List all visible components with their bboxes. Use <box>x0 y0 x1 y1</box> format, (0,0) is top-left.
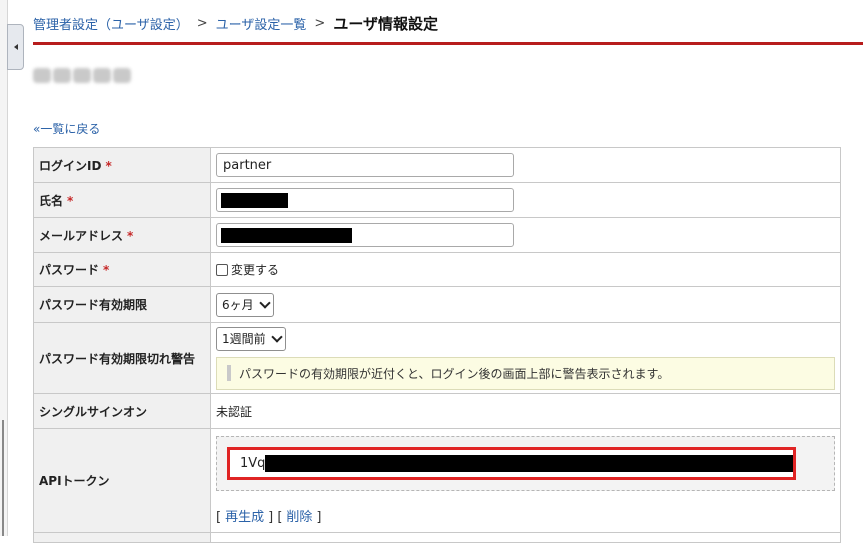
regenerate-token-link[interactable]: 再生成 <box>225 510 264 525</box>
user-settings-form: ログインID* 氏名* メールアドレス* パスワード* 変更する <box>33 147 841 543</box>
chevron-down-icon <box>270 330 283 343</box>
breadcrumb-separator: > <box>196 15 208 31</box>
api-token-box: 1Vq <box>216 436 835 491</box>
change-password-option[interactable]: 変更する <box>216 261 835 278</box>
form-row-name: 氏名 * <box>33 182 841 218</box>
left-edge-strip <box>0 0 8 536</box>
breadcrumb-link-user-list[interactable]: ユーザ設定一覧 <box>216 14 307 33</box>
password-warning-hint: パスワードの有効期限が近付くと、ログイン後の画面上部に警告表示されます。 <box>216 356 835 390</box>
login-id-input[interactable] <box>216 153 514 177</box>
required-mark: * <box>105 158 112 173</box>
redacted-api-token <box>265 455 793 472</box>
api-token-prefix[interactable]: 1Vq <box>230 456 265 471</box>
scrollbar[interactable] <box>2 420 4 536</box>
form-row-password: パスワード * 変更する <box>33 252 841 287</box>
required-mark: * <box>127 228 134 243</box>
password-expiry-selected-value: 6ヶ月 <box>222 298 254 312</box>
sidebar-toggle-button[interactable] <box>7 24 24 70</box>
breadcrumb-link-admin-user-settings[interactable]: 管理者設定（ユーザ設定） <box>33 14 189 33</box>
api-token-actions: [再生成] [削除] <box>216 510 322 525</box>
form-row-password-expiry: パスワード有効期限 6ヶ月 <box>33 286 841 323</box>
form-row-next <box>33 532 841 543</box>
api-token-label: APIトークン <box>33 428 211 533</box>
user-name-heading-blurred <box>33 65 135 86</box>
change-password-label: 変更する <box>231 263 280 277</box>
form-row-login-id: ログインID * <box>33 147 841 183</box>
form-row-password-warning: パスワード有効期限切れ警告 1週間前 パスワードの有効期限が近付くと、ログイン後… <box>33 322 841 394</box>
redacted-name-value <box>221 193 288 208</box>
sso-status: 未認証 <box>210 393 841 429</box>
chevron-left-icon <box>13 44 18 50</box>
password-label: パスワード * <box>33 252 211 287</box>
name-label: 氏名 * <box>33 182 211 218</box>
breadcrumb-separator: > <box>314 15 326 31</box>
password-warning-label: パスワード有効期限切れ警告 <box>33 322 211 394</box>
password-expiry-select[interactable]: 6ヶ月 <box>216 292 274 317</box>
login-id-label: ログインID * <box>33 147 211 183</box>
form-row-sso: シングルサインオン 未認証 <box>33 393 841 429</box>
password-expiry-label: パスワード有効期限 <box>33 286 211 323</box>
email-label: メールアドレス * <box>33 217 211 253</box>
redacted-email-value <box>221 228 352 243</box>
required-mark: * <box>103 263 110 277</box>
api-token-highlight: 1Vq <box>227 447 796 480</box>
page-title: ユーザ情報設定 <box>333 14 439 33</box>
back-to-list-link[interactable]: «一覧に戻る <box>33 120 100 137</box>
change-password-checkbox[interactable] <box>216 263 228 276</box>
chevron-down-icon <box>258 296 271 309</box>
password-warning-select[interactable]: 1週間前 <box>216 326 286 351</box>
delete-token-link[interactable]: 削除 <box>286 510 312 525</box>
form-row-api-token: APIトークン 1Vq [再生成] [削除] <box>33 428 841 533</box>
breadcrumb: 管理者設定（ユーザ設定） > ユーザ設定一覧 > ユーザ情報設定 <box>33 12 438 34</box>
password-warning-selected-value: 1週間前 <box>222 332 266 346</box>
sso-label: シングルサインオン <box>33 393 211 429</box>
password-warning-hint-text: パスワードの有効期限が近付くと、ログイン後の画面上部に警告表示されます。 <box>239 366 670 381</box>
hint-bar-decoration <box>227 365 231 381</box>
title-divider <box>33 42 863 45</box>
form-row-email: メールアドレス * <box>33 217 841 253</box>
required-mark: * <box>67 193 74 208</box>
